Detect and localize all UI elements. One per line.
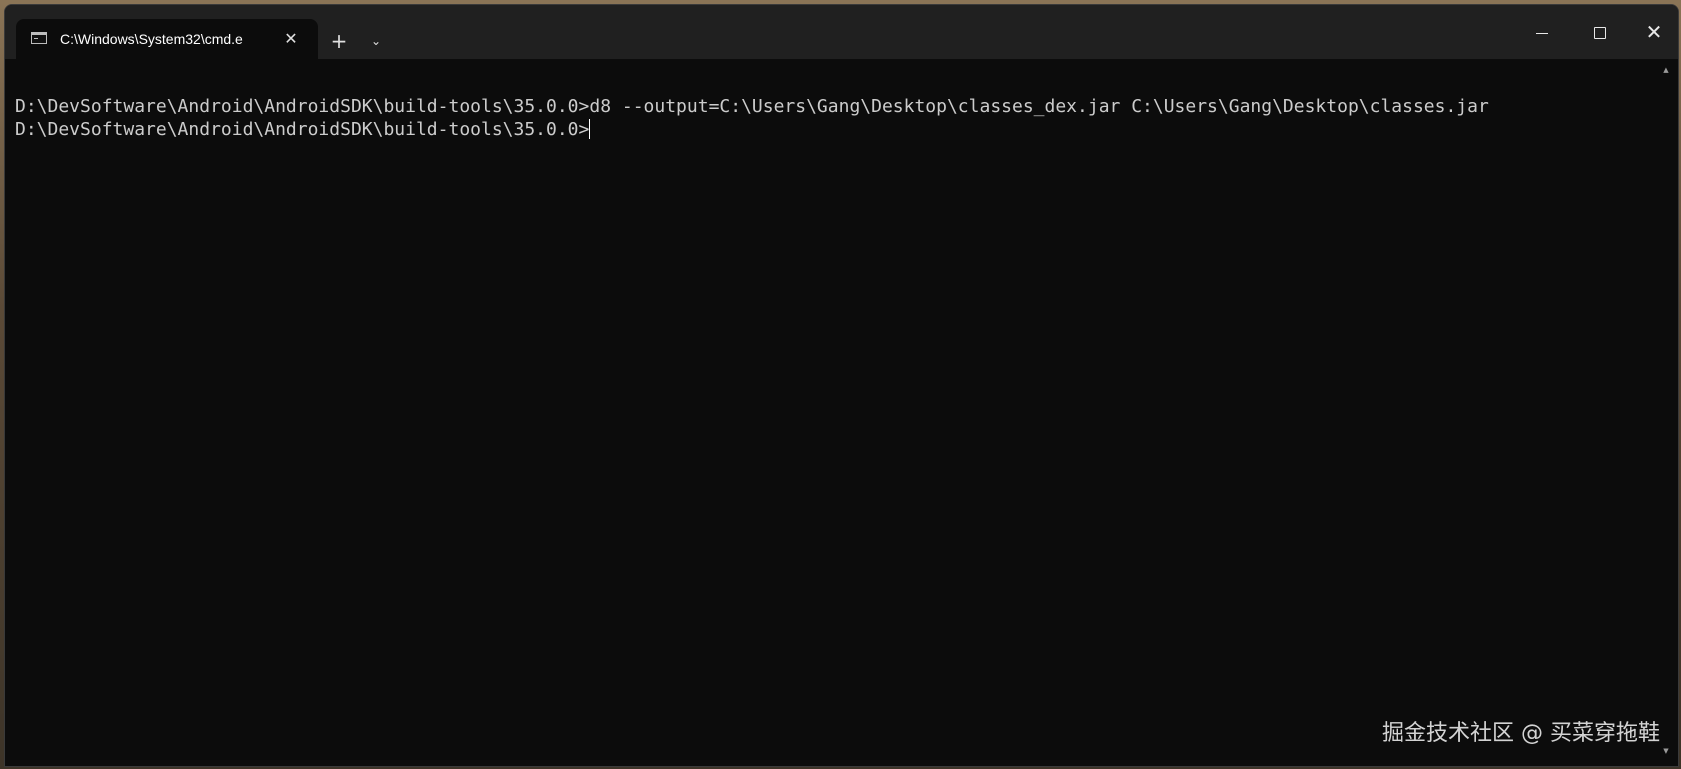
terminal-line: D:\DevSoftware\Android\AndroidSDK\build-…	[15, 96, 1489, 117]
scroll-down-icon[interactable]: ▼	[1662, 746, 1670, 756]
tab-dropdown-button[interactable]: ⌄	[363, 27, 389, 55]
maximize-icon	[1594, 27, 1606, 39]
scroll-up-icon[interactable]: ▲	[1662, 65, 1670, 75]
title-bar[interactable]: C:\Windows\System32\cmd.e ✕ + ⌄ ✕	[5, 5, 1678, 59]
terminal-prompt: D:\DevSoftware\Android\AndroidSDK\build-…	[15, 119, 590, 140]
terminal-output[interactable]: D:\DevSoftware\Android\AndroidSDK\build-…	[5, 59, 1660, 766]
maximize-button[interactable]	[1571, 5, 1629, 59]
cmd-icon	[31, 32, 47, 44]
new-tab-button[interactable]: +	[325, 27, 353, 55]
close-button[interactable]: ✕	[1625, 5, 1678, 59]
tab-title: C:\Windows\System32\cmd.e	[60, 31, 243, 47]
close-icon: ✕	[1645, 20, 1663, 44]
tab-close-icon[interactable]: ✕	[280, 28, 302, 50]
text-cursor	[589, 119, 591, 139]
tab-cmd[interactable]: C:\Windows\System32\cmd.e ✕	[16, 19, 318, 59]
terminal-window: C:\Windows\System32\cmd.e ✕ + ⌄ ✕ D:\Dev…	[4, 4, 1679, 767]
vertical-scrollbar[interactable]: ▲ ▼	[1662, 63, 1670, 763]
minimize-button[interactable]	[1513, 5, 1571, 59]
watermark: 掘金技术社区 @ 买菜穿拖鞋	[1382, 721, 1660, 746]
terminal-prompt-line[interactable]: D:\DevSoftware\Android\AndroidSDK\build-…	[15, 118, 591, 142]
minimize-icon	[1536, 33, 1548, 34]
